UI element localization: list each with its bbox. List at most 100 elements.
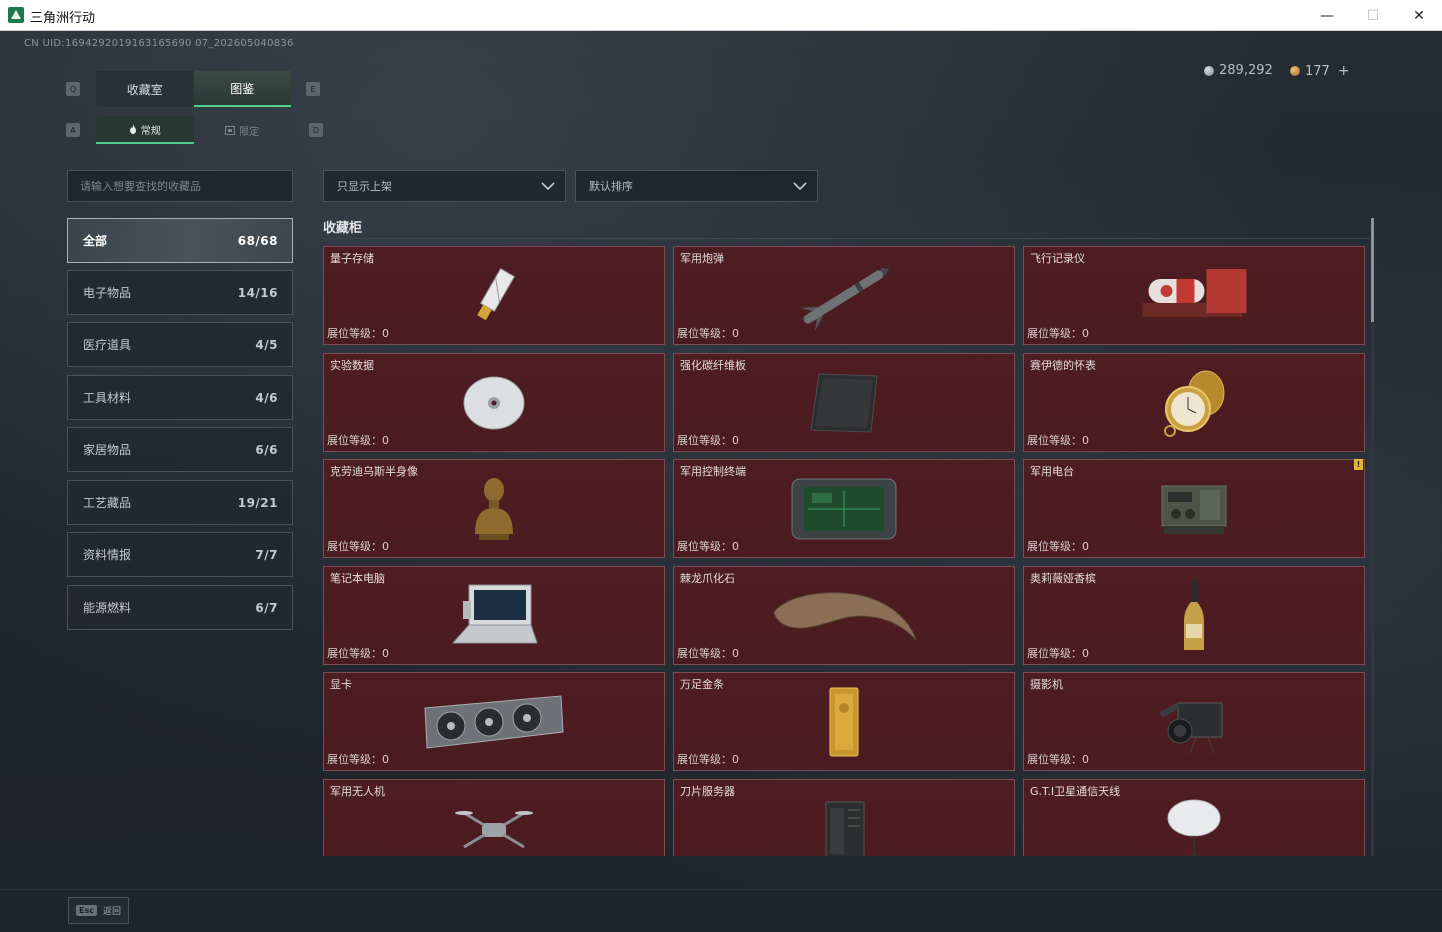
graphics-card-icon: [424, 694, 564, 749]
category-count: 4/5: [255, 337, 278, 352]
item-level: 展位等级：0: [677, 647, 739, 660]
item-name: 量子存储: [330, 252, 374, 265]
disc-icon: [463, 376, 525, 429]
champagne-icon: [1184, 579, 1204, 650]
control-terminal-icon: [791, 478, 897, 539]
maximize-button[interactable]: ☐: [1350, 0, 1396, 31]
category-count: 68/68: [237, 233, 278, 248]
item-name: 军用炮弹: [680, 252, 724, 265]
item-name: 军用电台: [1030, 465, 1074, 478]
keyhint-e: E: [306, 82, 320, 96]
tab-collection-room[interactable]: 收藏室: [96, 71, 194, 107]
category-count: 19/21: [237, 495, 278, 510]
item-level: 展位等级：0: [327, 434, 389, 447]
category-label: 家居物品: [83, 443, 132, 457]
new-item-alert-badge: !: [1354, 459, 1363, 470]
collection-card[interactable]: 量子存储 展位等级：0: [323, 246, 665, 345]
collection-card[interactable]: 棘龙爪化石 展位等级：0: [673, 566, 1015, 665]
sub-tabs: 常规 限定: [96, 116, 291, 144]
item-level: 展位等级：0: [677, 327, 739, 340]
sort-dropdown[interactable]: 默认排序: [575, 170, 818, 202]
drone-icon: [455, 810, 533, 848]
camera-icon: [1159, 701, 1223, 753]
item-name: 显卡: [330, 678, 352, 691]
category-count: 6/6: [255, 442, 278, 457]
pocket-watch-icon: [1164, 370, 1225, 437]
item-name: 飞行记录仪: [1030, 252, 1085, 265]
gold-coin-icon: [1290, 66, 1300, 76]
subtab-limited[interactable]: 限定: [194, 116, 292, 144]
collection-card[interactable]: 赛伊德的怀表 展位等级：0: [1023, 353, 1365, 452]
category-household[interactable]: 家居物品 6/6: [67, 427, 293, 472]
bust-icon: [475, 477, 513, 540]
shelf-filter-value: 只显示上架: [337, 180, 392, 193]
item-name: 摄影机: [1030, 678, 1063, 691]
collection-card[interactable]: 奥莉薇娅香槟 展位等级：0: [1023, 566, 1365, 665]
shelf-filter-dropdown[interactable]: 只显示上架: [323, 170, 566, 202]
tab-catalog[interactable]: 图鉴: [193, 71, 291, 107]
collection-card[interactable]: 笔记本电脑 展位等级：0: [323, 566, 665, 665]
item-name: 强化碳纤维板: [680, 359, 746, 372]
category-medical[interactable]: 医疗道具 4/5: [67, 322, 293, 367]
category-tools[interactable]: 工具材料 4/6: [67, 375, 293, 420]
usb-drive-icon: [477, 267, 516, 320]
title-bar: 三角洲行动 — ☐ ✕: [0, 0, 1442, 31]
item-level: 展位等级：0: [1027, 647, 1089, 660]
collection-card[interactable]: 强化碳纤维板 展位等级：0: [673, 353, 1015, 452]
category-intel[interactable]: 资料情报 7/7: [67, 532, 293, 577]
collection-grid: 量子存储 展位等级：0 军用炮弹 展位等级：0 飞行记录仪 展位等级：0 实验数…: [323, 246, 1365, 856]
minimize-button[interactable]: —: [1304, 0, 1350, 31]
main-tabs: 收藏室 图鉴: [96, 71, 291, 107]
item-level: 展位等级：0: [327, 647, 389, 660]
item-level: 展位等级：0: [1027, 434, 1089, 447]
subtab-regular[interactable]: 常规: [96, 116, 194, 144]
search-input[interactable]: [80, 179, 292, 193]
category-label: 资料情报: [83, 548, 132, 562]
collection-card[interactable]: 摄影机 展位等级：0: [1023, 672, 1365, 771]
item-name: 奥莉薇娅香槟: [1030, 572, 1096, 585]
item-name: 赛伊德的怀表: [1030, 359, 1096, 372]
back-label: 返回: [102, 907, 121, 917]
collection-card[interactable]: 军用电台 展位等级：0: [1023, 459, 1365, 558]
subtab-limited-label: 限定: [239, 126, 260, 138]
collection-card[interactable]: 实验数据 展位等级：0: [323, 353, 665, 452]
collection-card[interactable]: 飞行记录仪 展位等级：0: [1023, 246, 1365, 345]
collection-card[interactable]: 克劳迪乌斯半身像 展位等级：0: [323, 459, 665, 558]
grid-scrollbar-thumb[interactable]: [1371, 218, 1374, 322]
category-label: 医疗道具: [83, 338, 132, 352]
add-currency-button[interactable]: +: [1338, 63, 1350, 79]
collection-card[interactable]: 显卡 展位等级：0: [323, 672, 665, 771]
currency-gold[interactable]: 177 +: [1290, 63, 1350, 79]
category-crafts[interactable]: 工艺藏品 19/21: [67, 480, 293, 525]
item-level: 展位等级：0: [677, 753, 739, 766]
claw-fossil-icon: [773, 591, 917, 640]
server-icon: [825, 801, 865, 856]
section-divider: [323, 238, 1370, 239]
gold-amount: 177: [1305, 63, 1330, 79]
category-fuel[interactable]: 能源燃料 6/7: [67, 585, 293, 630]
item-level: 展位等级：0: [677, 434, 739, 447]
category-label: 工具材料: [83, 391, 132, 405]
item-level: 展位等级：0: [1027, 540, 1089, 553]
item-name: 实验数据: [330, 359, 374, 372]
item-name: 军用控制终端: [680, 465, 746, 478]
radio-icon: [1161, 485, 1227, 534]
currency-silver: 289,292: [1204, 63, 1273, 78]
collection-card[interactable]: 刀片服务器 展位等级：: [673, 779, 1015, 856]
collection-card[interactable]: G.T.I卫星通信天线 展位等级：: [1023, 779, 1365, 856]
collection-card[interactable]: 万足金条 展位等级：0: [673, 672, 1015, 771]
category-label: 工艺藏品: [83, 496, 132, 510]
chevron-down-icon: [793, 182, 807, 191]
collection-card[interactable]: 军用无人机 展位等级：: [323, 779, 665, 856]
gold-bar-icon: [829, 687, 859, 756]
window-title: 三角洲行动: [30, 11, 96, 26]
back-button[interactable]: Esc 返回: [68, 897, 129, 924]
item-name: G.T.I卫星通信天线: [1030, 785, 1121, 798]
close-button[interactable]: ✕: [1396, 0, 1442, 31]
category-all[interactable]: 全部 68/68: [67, 218, 293, 263]
item-level: 展位等级：0: [1027, 753, 1089, 766]
collection-card[interactable]: 军用炮弹 展位等级：0: [673, 246, 1015, 345]
collection-card[interactable]: 军用控制终端 展位等级：0: [673, 459, 1015, 558]
category-electronics[interactable]: 电子物品 14/16: [67, 270, 293, 315]
chevron-down-icon: [541, 182, 555, 191]
